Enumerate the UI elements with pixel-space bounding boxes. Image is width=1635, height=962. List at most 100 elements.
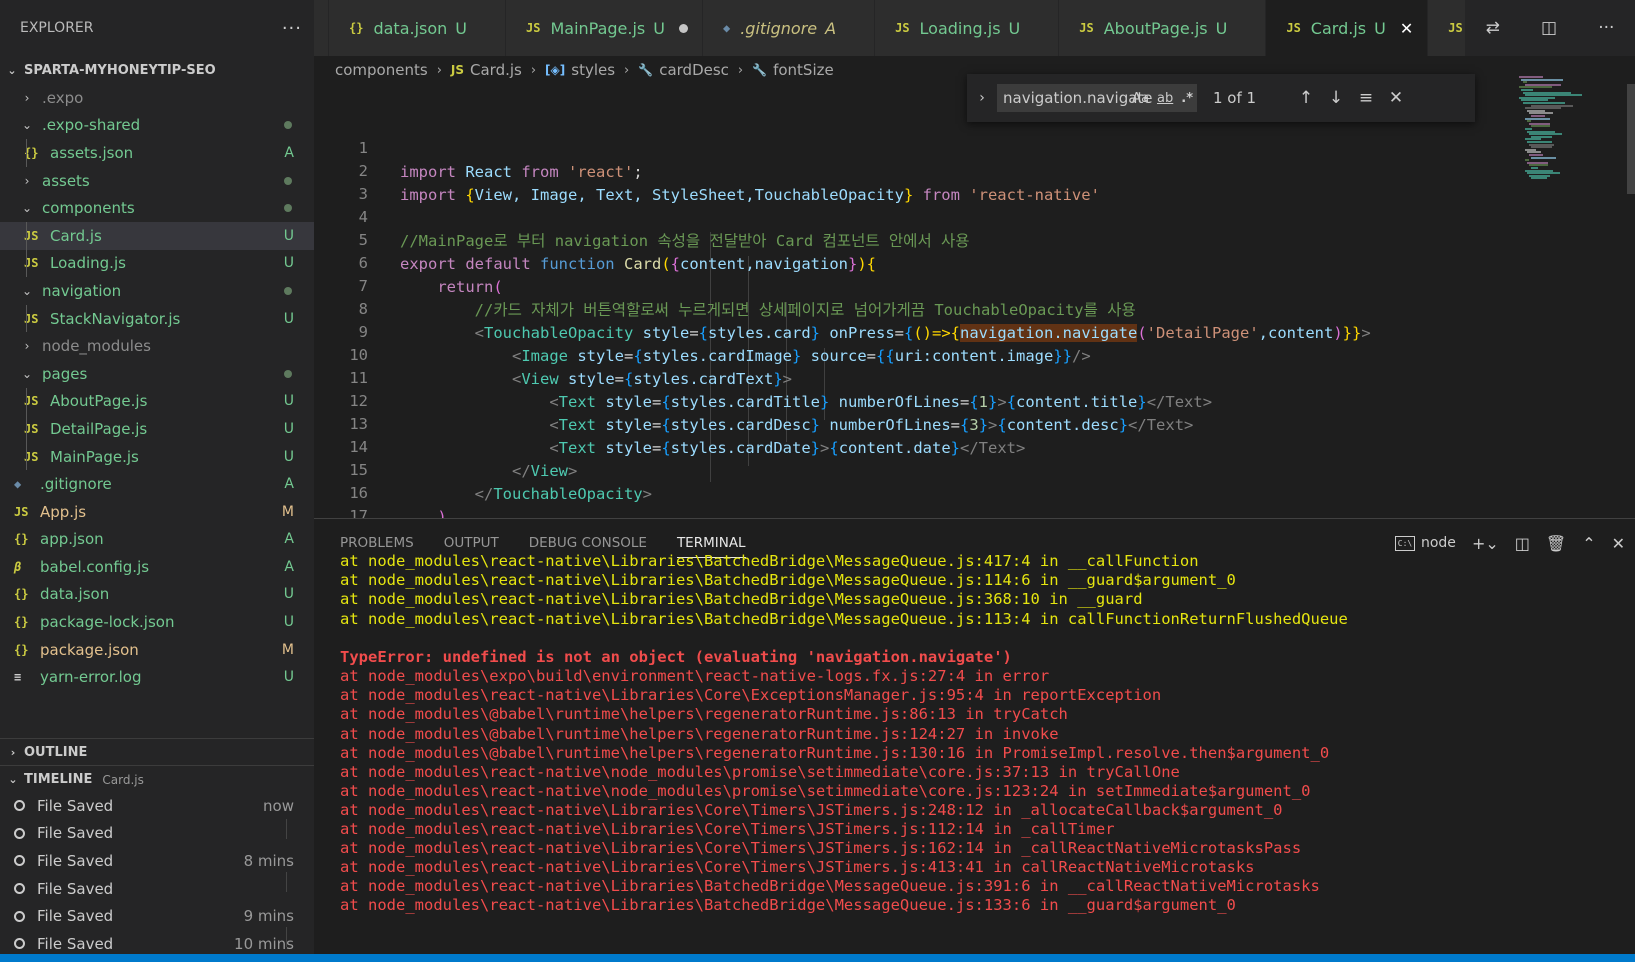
editor-tab[interactable]: {} data.json U	[329, 0, 507, 56]
tree-item-label: babel.config.js	[40, 557, 150, 576]
wrench-icon: 🔧	[752, 63, 768, 77]
new-terminal-icon[interactable]: +⌄	[1472, 534, 1499, 553]
tab-output[interactable]: OUTPUT	[444, 535, 499, 551]
terminal-line: at node_modules\react-native\Libraries\B…	[340, 609, 1348, 628]
git-status-badge: U	[283, 614, 294, 631]
split-terminal-icon[interactable]: ◫	[1515, 534, 1530, 553]
timeline-divider	[286, 927, 287, 947]
timeline-item-time: 9 mins	[243, 907, 294, 926]
tree-item[interactable]: ≡ yarn-error.log U	[0, 663, 314, 691]
close-icon[interactable]: ✕	[1381, 88, 1411, 108]
editor-tab[interactable]: ◆ .gitignore A	[702, 0, 876, 56]
tree-item[interactable]: β babel.config.js A	[0, 553, 314, 581]
editor-tab[interactable]: JS AboutPage.js U	[1059, 0, 1267, 56]
tree-item[interactable]: {} assets.json A	[0, 139, 314, 167]
tree-item[interactable]: JS DetailPage.js U	[0, 415, 314, 443]
match-whole-word-icon[interactable]: ab	[1157, 91, 1173, 106]
tree-item[interactable]: ⌄ navigation	[0, 277, 314, 305]
unsaved-dot-icon[interactable]	[678, 23, 688, 33]
tree-item[interactable]: {} package-lock.json U	[0, 608, 314, 636]
indent-guide	[26, 222, 27, 278]
git-status-badge: A	[284, 476, 294, 493]
line-number: 17	[349, 507, 368, 518]
toggle-replace-chevron-icon[interactable]: ›	[971, 90, 993, 106]
tab-git-status: U	[653, 18, 665, 38]
tree-item[interactable]: {} app.json A	[0, 526, 314, 554]
tree-item[interactable]: JS App.js M	[0, 498, 314, 526]
timeline-section-header[interactable]: ⌄ TIMELINE Card.js	[0, 765, 314, 793]
json-file-icon: {}	[349, 21, 364, 35]
close-icon[interactable]: ✕	[1612, 534, 1625, 553]
tree-item[interactable]: ⌄ .expo-shared	[0, 112, 314, 140]
more-actions-icon[interactable]: ···	[282, 18, 302, 39]
tree-item[interactable]: JS StackNavigator.js U	[0, 305, 314, 333]
json-file-icon: {}	[24, 145, 39, 160]
git-status-badge: U	[283, 393, 294, 410]
variable-icon: [◈]	[545, 63, 566, 77]
tree-item[interactable]: ◆ .gitignore A	[0, 470, 314, 498]
timeline-item[interactable]: File Saved 9 mins	[0, 902, 314, 930]
chevron-down-icon: ⌄	[21, 118, 33, 133]
tree-item[interactable]: JS AboutPage.js U	[0, 388, 314, 416]
tree-item[interactable]: › assets	[0, 167, 314, 195]
tree-item[interactable]: › .expo	[0, 84, 314, 112]
tab-debug-console[interactable]: DEBUG CONSOLE	[529, 535, 647, 551]
breadcrumb-symbol-styles[interactable]: styles	[571, 61, 615, 79]
terminal-line: at node_modules\react-native\node_module…	[340, 781, 1311, 800]
breadcrumb-folder[interactable]: components	[335, 61, 428, 79]
tree-item[interactable]: › node_modules	[0, 332, 314, 360]
minimap-line	[1521, 78, 1563, 81]
breadcrumb-symbol-carddesc[interactable]: cardDesc	[659, 61, 729, 79]
code-editor[interactable]: 1 import React from 'react'; 2 import {V…	[314, 84, 1635, 518]
terminal-selector[interactable]: C:\ node	[1394, 535, 1456, 551]
trash-icon[interactable]: 🗑	[1546, 534, 1566, 553]
tree-item[interactable]: ⌄ components	[0, 194, 314, 222]
editor-scrollbar[interactable]	[1627, 84, 1635, 194]
tree-item[interactable]: ⌄ pages	[0, 360, 314, 388]
tab-label: .gitignore	[740, 18, 818, 38]
more-actions-icon[interactable]: ···	[1598, 18, 1614, 38]
project-name: SPARTA-MYHONEYTIP-SEO	[24, 62, 216, 78]
tab-overflow[interactable]	[314, 0, 329, 56]
timeline-item[interactable]: File Saved 8 mins	[0, 847, 314, 875]
close-icon[interactable]: ✕	[1400, 19, 1413, 38]
breadcrumb-file[interactable]: Card.js	[470, 61, 522, 79]
editor-tab[interactable]: JS Loading.js U	[875, 0, 1060, 56]
match-case-icon[interactable]: Aa	[1132, 91, 1149, 106]
editor-tab[interactable]: JS MainPage.js U	[506, 0, 703, 56]
maximize-panel-icon[interactable]: ⌃	[1582, 534, 1595, 553]
tab-label: Loading.js	[919, 18, 1001, 38]
timeline-item[interactable]: File Saved now	[0, 792, 314, 820]
find-in-selection-icon[interactable]: ≡	[1351, 88, 1381, 108]
timeline-item[interactable]: File Saved	[0, 820, 314, 848]
compare-changes-icon[interactable]: ⇄	[1486, 18, 1500, 38]
terminal-line: at node_modules\react-native\Libraries\C…	[340, 820, 1115, 838]
explorer-title: EXPLORER	[20, 20, 94, 36]
tab-label: AboutPage.js	[1103, 18, 1208, 38]
timeline-item[interactable]: File Saved	[0, 875, 314, 903]
tree-item[interactable]: JS Card.js U	[0, 221, 314, 250]
tree-item[interactable]: JS MainPage.js U	[0, 443, 314, 471]
find-match-count: 1 of 1	[1213, 89, 1257, 107]
tree-item[interactable]: {} data.json U	[0, 581, 314, 609]
tree-item-label: package-lock.json	[40, 613, 175, 632]
editor-tab[interactable]: JS Card.js U ✕	[1266, 0, 1429, 56]
tree-item[interactable]: JS Loading.js U	[0, 250, 314, 278]
breadcrumb-symbol-fontsize[interactable]: fontSize	[773, 61, 834, 79]
chevron-right-icon: ›	[24, 90, 30, 105]
outline-section-header[interactable]: › OUTLINE	[0, 738, 314, 766]
minimap[interactable]	[1519, 76, 1629, 186]
tab-problems[interactable]: PROBLEMS	[340, 535, 414, 551]
arrow-down-icon[interactable]: ↓	[1321, 88, 1351, 108]
git-status-badge: U	[283, 448, 294, 465]
find-input[interactable]: navigation.navigate Aa ab .*	[997, 84, 1197, 112]
split-editor-icon[interactable]: ◫	[1541, 18, 1557, 38]
arrow-up-icon[interactable]: ↑	[1291, 88, 1321, 108]
project-folder-header[interactable]: ⌄ SPARTA-MYHONEYTIP-SEO	[0, 56, 314, 84]
code-line: 14 </View>	[314, 411, 1514, 480]
tree-item[interactable]: {} package.json M	[0, 636, 314, 664]
chevron-right-icon: ›	[24, 339, 30, 354]
code-line: 7 //카드 자체가 버튼역할로써 누르게되면 상세페이지로 넘어가게끔 Tou…	[314, 250, 1514, 319]
regex-icon[interactable]: .*	[1181, 91, 1193, 106]
js-file-icon: JS	[24, 449, 39, 464]
